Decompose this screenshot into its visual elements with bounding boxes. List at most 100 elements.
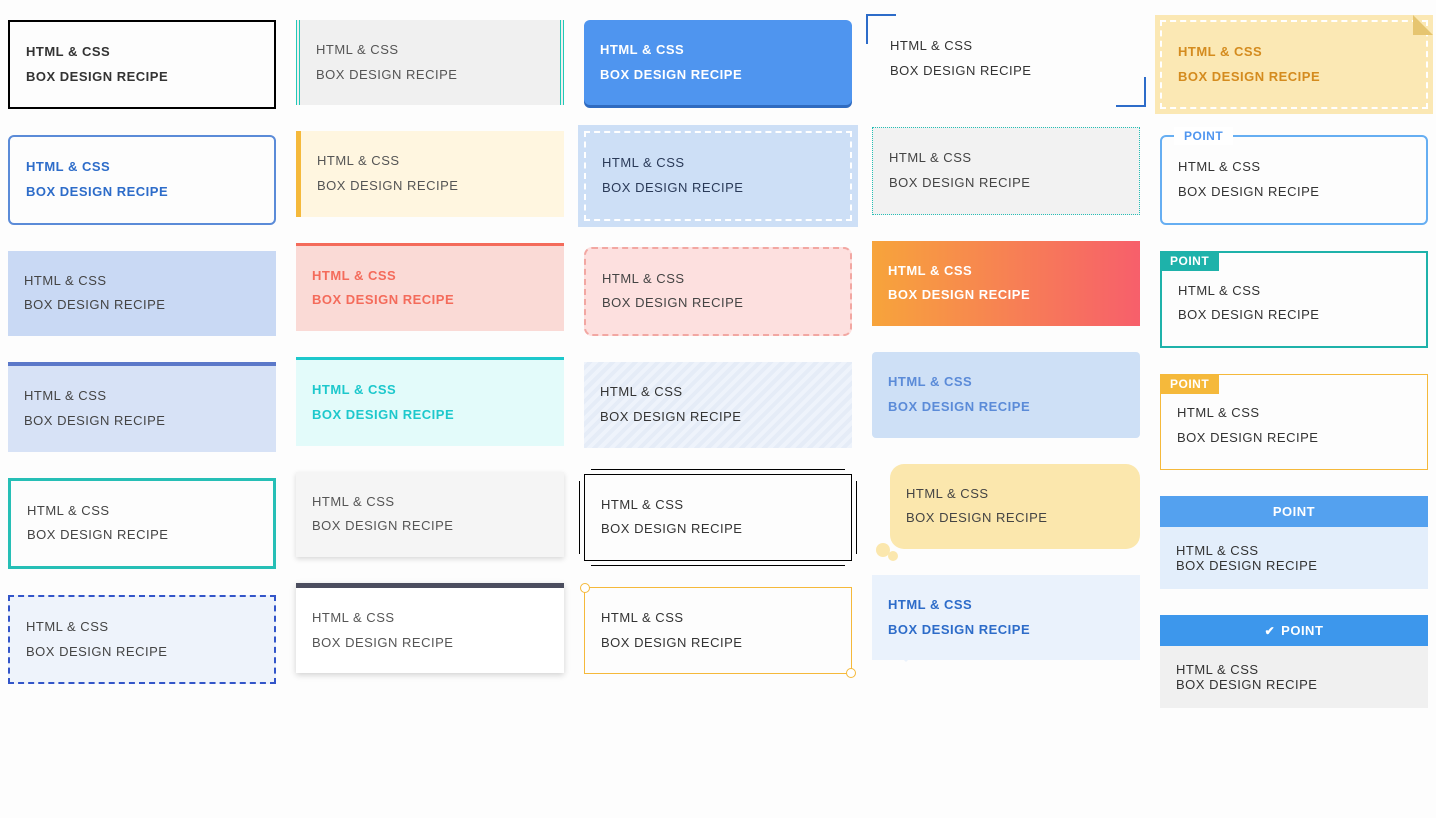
box-line2: BOX DESIGN RECIPE bbox=[602, 176, 834, 201]
box-line1: HTML & CSS bbox=[27, 499, 257, 524]
box-line1: HTML & CSS bbox=[1176, 662, 1412, 677]
box-point-teal-tab: POINT HTML & CSS BOX DESIGN RECIPE bbox=[1160, 251, 1428, 348]
box-line2: BOX DESIGN RECIPE bbox=[26, 180, 258, 205]
point-label: POINT bbox=[1174, 127, 1233, 145]
column-5: HTML & CSS BOX DESIGN RECIPE POINT HTML … bbox=[1160, 20, 1428, 708]
box-line2: BOX DESIGN RECIPE bbox=[890, 59, 1122, 84]
box-line2: BOX DESIGN RECIPE bbox=[888, 283, 1124, 308]
box-line2: BOX DESIGN RECIPE bbox=[888, 618, 1124, 643]
box-line1: HTML & CSS bbox=[24, 269, 260, 294]
box-line2: BOX DESIGN RECIPE bbox=[27, 523, 257, 548]
box-line1: HTML & CSS bbox=[600, 38, 836, 63]
box-point-outline: POINT HTML & CSS BOX DESIGN RECIPE bbox=[1160, 135, 1428, 224]
box-body: HTML & CSS BOX DESIGN RECIPE bbox=[1160, 527, 1428, 589]
box-line2: BOX DESIGN RECIPE bbox=[312, 403, 548, 428]
box-stitched-blue: HTML & CSS BOX DESIGN RECIPE bbox=[584, 131, 852, 220]
box-teal-thick: HTML & CSS BOX DESIGN RECIPE bbox=[8, 478, 276, 569]
column-3: HTML & CSS BOX DESIGN RECIPE HTML & CSS … bbox=[584, 20, 852, 674]
box-line2: BOX DESIGN RECIPE bbox=[889, 171, 1123, 196]
box-line2: BOX DESIGN RECIPE bbox=[26, 65, 258, 90]
box-line1: HTML & CSS bbox=[602, 267, 834, 292]
box-line1: HTML & CSS bbox=[601, 493, 835, 518]
box-speech-bubble: HTML & CSS BOX DESIGN RECIPE bbox=[872, 575, 1140, 660]
box-stripe-pattern: HTML & CSS BOX DESIGN RECIPE bbox=[584, 362, 852, 447]
box-topborder-blue: HTML & CSS BOX DESIGN RECIPE bbox=[8, 362, 276, 451]
box-line1: HTML & CSS bbox=[601, 606, 835, 631]
box-line1: HTML & CSS bbox=[888, 370, 1124, 395]
point-header: POINT bbox=[1160, 496, 1428, 527]
box-line2: BOX DESIGN RECIPE bbox=[600, 405, 836, 430]
box-point-header-blue: POINT HTML & CSS BOX DESIGN RECIPE bbox=[1160, 496, 1428, 589]
box-line1: HTML & CSS bbox=[312, 378, 548, 403]
box-shadow-gray: HTML & CSS BOX DESIGN RECIPE bbox=[296, 472, 564, 557]
box-line1: HTML & CSS bbox=[26, 615, 258, 640]
box-point-header-check: POINT HTML & CSS BOX DESIGN RECIPE bbox=[1160, 615, 1428, 708]
box-line2: BOX DESIGN RECIPE bbox=[26, 640, 258, 665]
box-thought-bubble: HTML & CSS BOX DESIGN RECIPE bbox=[890, 464, 1140, 549]
box-black-border: HTML & CSS BOX DESIGN RECIPE bbox=[8, 20, 276, 109]
box-line1: HTML & CSS bbox=[602, 151, 834, 176]
box-dashed-blue: HTML & CSS BOX DESIGN RECIPE bbox=[8, 595, 276, 684]
point-label: POINT bbox=[1160, 251, 1219, 271]
box-line1: HTML & CSS bbox=[24, 384, 260, 409]
box-line2: BOX DESIGN RECIPE bbox=[906, 506, 1124, 531]
box-line2: BOX DESIGN RECIPE bbox=[602, 291, 834, 316]
box-line2: BOX DESIGN RECIPE bbox=[24, 293, 260, 318]
box-line2: BOX DESIGN RECIPE bbox=[1178, 303, 1410, 328]
box-line1: HTML & CSS bbox=[1176, 543, 1412, 558]
box-corner-circles: HTML & CSS BOX DESIGN RECIPE bbox=[584, 587, 852, 674]
box-line2: BOX DESIGN RECIPE bbox=[312, 288, 548, 313]
box-line1: HTML & CSS bbox=[317, 149, 548, 174]
box-line1: HTML & CSS bbox=[1178, 279, 1410, 304]
box-line2: BOX DESIGN RECIPE bbox=[1177, 426, 1411, 451]
box-line2: BOX DESIGN RECIPE bbox=[600, 63, 836, 88]
column-4: HTML & CSS BOX DESIGN RECIPE HTML & CSS … bbox=[872, 20, 1140, 660]
box-blue-rounded: HTML & CSS BOX DESIGN RECIPE bbox=[8, 135, 276, 224]
point-label: POINT bbox=[1281, 623, 1323, 638]
box-design-grid: HTML & CSS BOX DESIGN RECIPE HTML & CSS … bbox=[8, 20, 1428, 708]
box-line2: BOX DESIGN RECIPE bbox=[601, 517, 835, 542]
box-line2: BOX DESIGN RECIPE bbox=[1176, 677, 1412, 692]
box-line1: HTML & CSS bbox=[312, 606, 548, 631]
box-line1: HTML & CSS bbox=[888, 593, 1124, 618]
box-point-orange-tab: POINT HTML & CSS BOX DESIGN RECIPE bbox=[1160, 374, 1428, 469]
box-corner-brackets: HTML & CSS BOX DESIGN RECIPE bbox=[872, 20, 1140, 101]
box-line2: BOX DESIGN RECIPE bbox=[601, 631, 835, 656]
box-line2: BOX DESIGN RECIPE bbox=[312, 631, 548, 656]
box-line2: BOX DESIGN RECIPE bbox=[1178, 65, 1410, 90]
box-dotted-teal: HTML & CSS BOX DESIGN RECIPE bbox=[872, 127, 1140, 214]
box-line2: BOX DESIGN RECIPE bbox=[888, 395, 1124, 420]
box-line2: BOX DESIGN RECIPE bbox=[312, 514, 548, 539]
box-line1: HTML & CSS bbox=[888, 259, 1124, 284]
box-line1: HTML & CSS bbox=[1178, 40, 1410, 65]
box-soft-blue: HTML & CSS BOX DESIGN RECIPE bbox=[872, 352, 1140, 437]
box-line2: BOX DESIGN RECIPE bbox=[24, 409, 260, 434]
point-header-check: POINT bbox=[1160, 615, 1428, 646]
box-double-sides: HTML & CSS BOX DESIGN RECIPE bbox=[296, 20, 564, 105]
box-gradient: HTML & CSS BOX DESIGN RECIPE bbox=[872, 241, 1140, 326]
box-line2: BOX DESIGN RECIPE bbox=[1176, 558, 1412, 573]
box-blue-button: HTML & CSS BOX DESIGN RECIPE bbox=[584, 20, 852, 105]
box-lightblue-fill: HTML & CSS BOX DESIGN RECIPE bbox=[8, 251, 276, 336]
box-topaccent-coral: HTML & CSS BOX DESIGN RECIPE bbox=[296, 243, 564, 331]
box-line1: HTML & CSS bbox=[600, 380, 836, 405]
box-line1: HTML & CSS bbox=[312, 264, 548, 289]
box-line1: HTML & CSS bbox=[26, 40, 258, 65]
box-note-fold: HTML & CSS BOX DESIGN RECIPE bbox=[1160, 20, 1428, 109]
point-label: POINT bbox=[1160, 374, 1219, 394]
check-icon bbox=[1265, 623, 1276, 638]
box-crosslines: HTML & CSS BOX DESIGN RECIPE bbox=[584, 474, 852, 561]
box-line1: HTML & CSS bbox=[890, 34, 1122, 59]
box-line1: HTML & CSS bbox=[906, 482, 1124, 507]
box-line1: HTML & CSS bbox=[1177, 401, 1411, 426]
box-line1: HTML & CSS bbox=[889, 146, 1123, 171]
box-line2: BOX DESIGN RECIPE bbox=[1178, 180, 1410, 205]
box-topaccent-cyan: HTML & CSS BOX DESIGN RECIPE bbox=[296, 357, 564, 445]
box-line2: BOX DESIGN RECIPE bbox=[317, 174, 548, 199]
box-body: HTML & CSS BOX DESIGN RECIPE bbox=[1160, 646, 1428, 708]
box-line1: HTML & CSS bbox=[26, 155, 258, 180]
box-line1: HTML & CSS bbox=[312, 490, 548, 515]
box-line1: HTML & CSS bbox=[316, 38, 544, 63]
column-1: HTML & CSS BOX DESIGN RECIPE HTML & CSS … bbox=[8, 20, 276, 684]
box-line1: HTML & CSS bbox=[1178, 155, 1410, 180]
